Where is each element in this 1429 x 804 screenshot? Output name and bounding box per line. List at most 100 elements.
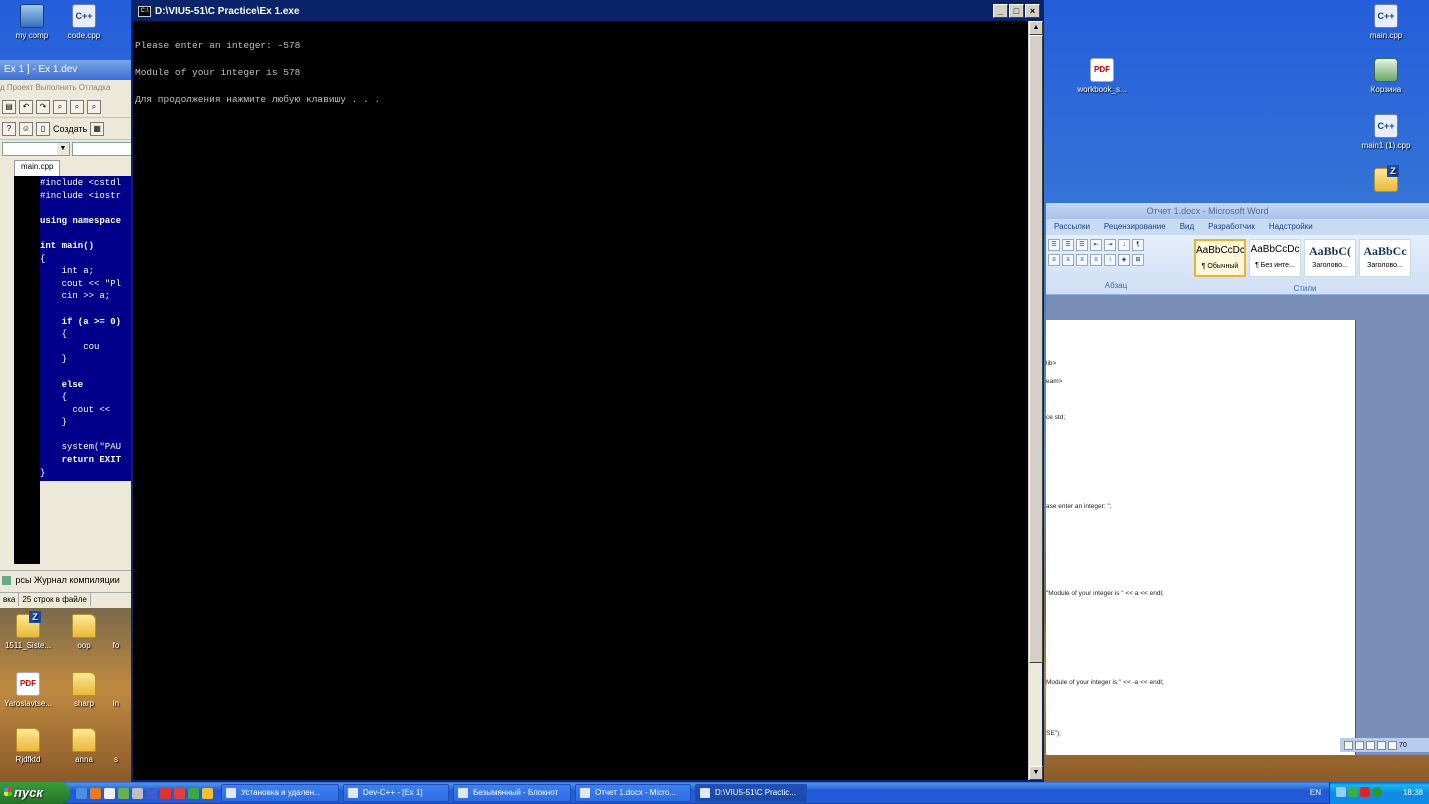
taskbar-button-add-remove[interactable]: Установка и удален... [221, 784, 339, 802]
desktop-icon-recycle-bin[interactable]: Корзина [1354, 58, 1418, 94]
maximize-button[interactable]: □ [1009, 4, 1024, 18]
desktop-icon-zip-folder[interactable] [1354, 165, 1418, 195]
status-lines: 25 строк в файле [19, 593, 91, 606]
style-no-spacing[interactable]: AaBbCcDc ¶ Без инте... [1249, 239, 1301, 277]
notepad-icon[interactable] [104, 787, 115, 799]
tray-app-icon[interactable] [1348, 787, 1358, 797]
taskbar-button-notepad[interactable]: Безымянный - Блокнот [453, 784, 571, 802]
help-icon[interactable]: ? [2, 121, 16, 136]
increase-indent-icon[interactable]: ⇥ [1104, 239, 1116, 251]
tray-n-icon[interactable] [1360, 787, 1370, 797]
scroll-down-button[interactable]: ▼ [1029, 766, 1043, 780]
desktop-icon-label: 1511_Siste... [4, 641, 52, 650]
pilcrow-icon[interactable]: ¶ [1132, 239, 1144, 251]
justify-icon[interactable]: ≡ [1090, 254, 1102, 266]
word-window[interactable]: Отчет 1.docx - Microsoft Word Рассылки Р… [1046, 203, 1429, 755]
draft-icon[interactable] [1388, 740, 1397, 750]
taskbar-button-word[interactable]: Отчет 1.docx - Micro... [575, 784, 691, 802]
goto-icon[interactable]: ⌕ [87, 99, 101, 114]
print-icon[interactable]: ▤ [2, 99, 16, 114]
devcpp-menu-bar[interactable]: д Проект Выполнить Отладка [0, 80, 133, 96]
app-icon[interactable] [160, 787, 171, 799]
devcpp-window[interactable]: Ex 1 ] - Ex 1.dev д Проект Выполнить Отл… [0, 60, 134, 608]
class-combo[interactable]: ▼ [2, 142, 70, 156]
replace-icon[interactable]: ⌕ [70, 99, 84, 114]
redo-icon[interactable]: ↷ [36, 99, 50, 114]
chrome-icon[interactable] [202, 787, 213, 799]
style-heading-2[interactable]: AaBbCc Заголово... [1359, 239, 1411, 277]
shading-icon[interactable]: ◈ [1118, 254, 1130, 266]
app-icon[interactable] [174, 787, 185, 799]
zoom-level[interactable]: 70 [1399, 742, 1407, 749]
language-indicator[interactable]: EN [1310, 782, 1321, 804]
desktop-icon-main1-cpp[interactable]: C++ main1 (1).cpp [1354, 114, 1418, 150]
word-tab-mailings[interactable]: Рассылки [1054, 219, 1090, 235]
desktop-icon-zip-folder[interactable]: 1511_Siste... [0, 611, 60, 650]
decrease-indent-icon[interactable]: ⇤ [1090, 239, 1102, 251]
desktop-icon-code-cpp[interactable]: C++ code.cpp [52, 4, 116, 40]
member-combo[interactable] [72, 142, 132, 156]
app-icon[interactable] [188, 787, 199, 799]
taskbar-button-devcpp[interactable]: Dev-C++ - [Ex 1] [343, 784, 449, 802]
borders-icon[interactable]: ⊞ [1132, 254, 1144, 266]
tab-main-cpp[interactable]: main.cpp [14, 160, 61, 176]
word-tab-addins[interactable]: Надстройки [1269, 219, 1313, 235]
console-title-bar[interactable]: C:\ D:\VIU5-51\C Practice\Ex 1.exe _ □ × [133, 2, 1042, 21]
close-button[interactable]: × [1025, 4, 1040, 18]
paint-icon[interactable] [118, 787, 129, 799]
firefox-icon[interactable] [90, 787, 101, 799]
undo-icon[interactable]: ↶ [19, 99, 33, 114]
minimize-button[interactable]: _ [993, 4, 1008, 18]
bullets-icon[interactable]: ☰ [1048, 239, 1060, 251]
new-file-icon[interactable]: ▯ [36, 121, 50, 136]
style-normal[interactable]: AaBbCcDc ¶ Обычный [1194, 239, 1246, 277]
word-document-page[interactable]: lib> eam> ce std; ase enter an integer: … [1046, 320, 1356, 755]
devcpp-bottom-tabs[interactable]: рсы Журнал компиляции [0, 570, 134, 588]
align-center-icon[interactable]: ≡ [1062, 254, 1074, 266]
web-layout-icon[interactable] [1366, 740, 1375, 750]
print-layout-icon[interactable] [1344, 740, 1353, 750]
console-scrollbar[interactable]: ▲ ▼ [1028, 21, 1043, 780]
desktop-icon-folder[interactable]: s [96, 728, 136, 764]
align-right-icon[interactable]: ≡ [1076, 254, 1088, 266]
explorer-icon[interactable] [146, 787, 157, 799]
word-tab-developer[interactable]: Разработчик [1208, 219, 1255, 235]
quick-launch [70, 787, 219, 799]
console-output[interactable]: Please enter an integer: -578 Module of … [133, 21, 1028, 780]
tool-icon[interactable] [132, 787, 143, 799]
devcpp-title-bar[interactable]: Ex 1 ] - Ex 1.dev [0, 60, 133, 80]
doc-line: eam> [1046, 378, 1063, 385]
code-line: cout << "Pl [40, 278, 122, 289]
project-icon[interactable]: ▦ [90, 121, 105, 136]
line-spacing-icon[interactable]: ↕ [1104, 254, 1116, 266]
align-left-icon[interactable]: ≡ [1048, 254, 1060, 266]
find-icon[interactable]: ⌕ [53, 99, 67, 114]
multilevel-icon[interactable]: ☰ [1076, 239, 1088, 251]
full-screen-icon[interactable] [1355, 740, 1364, 750]
scroll-thumb[interactable] [1029, 35, 1043, 663]
desktop-icon-folder[interactable]: in [96, 672, 136, 708]
desktop-icon-rjdfktd-folder[interactable]: Rjdfktd [0, 728, 60, 764]
create-button[interactable]: Создать [53, 124, 87, 134]
word-tab-review[interactable]: Рецензирование [1104, 219, 1166, 235]
scroll-up-button[interactable]: ▲ [1029, 21, 1043, 35]
sort-icon[interactable]: ↓ [1118, 239, 1130, 251]
style-heading-1[interactable]: AaBbC( Заголово... [1304, 239, 1356, 277]
ie-icon[interactable] [76, 787, 87, 799]
tray-update-icon[interactable] [1372, 787, 1382, 797]
code-text[interactable]: #include <cstdl #include <iostr using name… [40, 176, 134, 481]
console-window[interactable]: C:\ D:\VIU5-51\C Practice\Ex 1.exe _ □ ×… [131, 0, 1044, 782]
code-editor[interactable]: #include <cstdl #include <iostr using name… [14, 176, 134, 564]
outline-icon[interactable] [1377, 740, 1386, 750]
smiley-icon[interactable]: ☺ [19, 121, 33, 136]
numbering-icon[interactable]: ☰ [1062, 239, 1074, 251]
desktop-icon-main-cpp[interactable]: C++ main.cpp [1354, 4, 1418, 40]
word-title-bar[interactable]: Отчет 1.docx - Microsoft Word [1046, 203, 1429, 219]
desktop-icon-workbook-pdf[interactable]: PDF workbook_s... [1070, 58, 1134, 94]
desktop-icon-yaroslavtsev-pdf[interactable]: PDF Yaroslavtse... [0, 672, 60, 708]
start-button[interactable]: пуск [0, 782, 70, 804]
word-tab-view[interactable]: Вид [1180, 219, 1194, 235]
taskbar-button-console[interactable]: D:\VIU5-51\C Practic... [695, 784, 807, 802]
network-icon[interactable] [1336, 787, 1346, 797]
desktop-icon-folder[interactable]: fo [96, 614, 136, 650]
